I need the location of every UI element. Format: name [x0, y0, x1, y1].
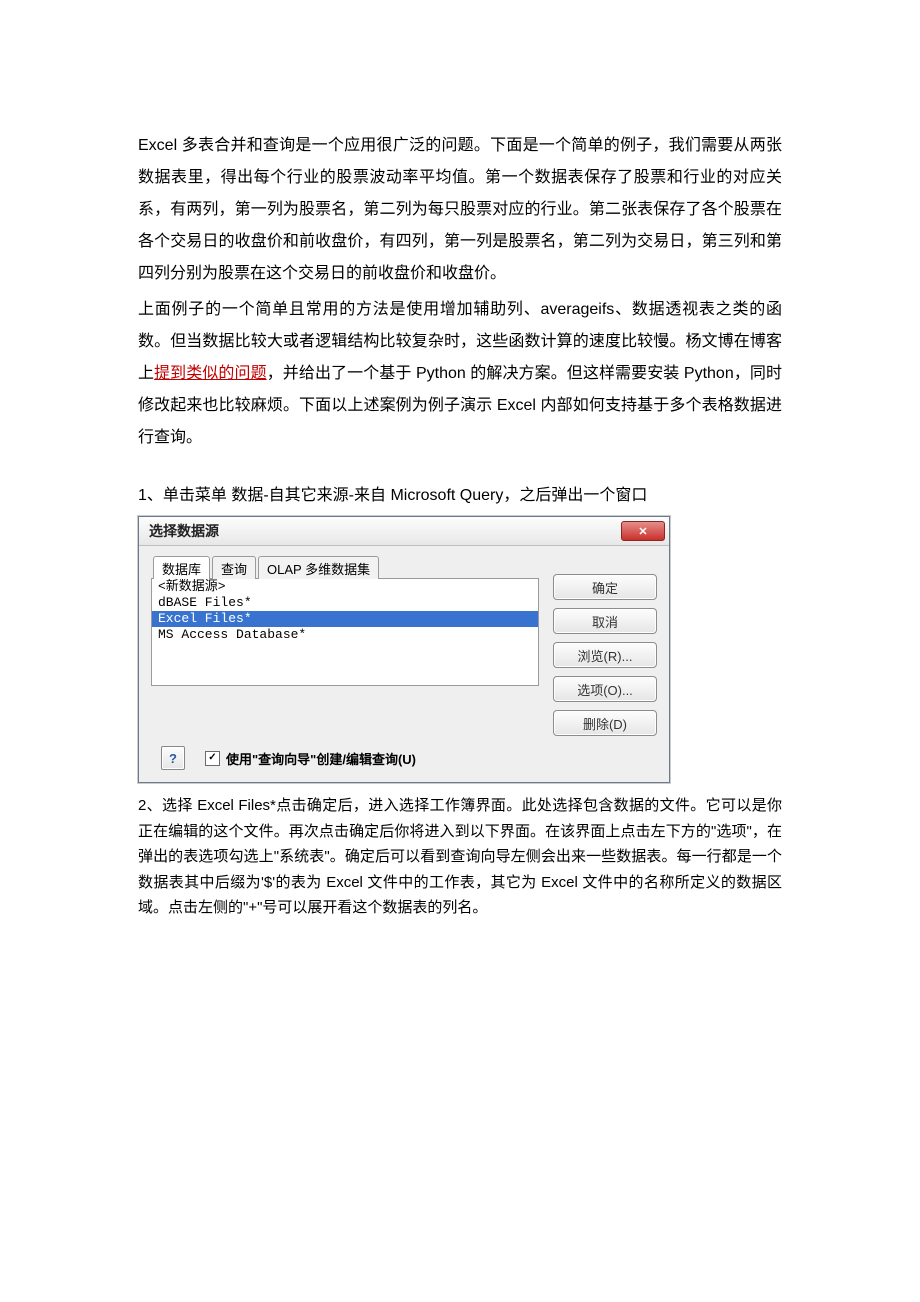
checkbox-check-glyph: ✓	[208, 753, 216, 763]
dialog-title: 选择数据源	[149, 521, 219, 541]
tab-olap[interactable]: OLAP 多维数据集	[258, 556, 379, 579]
list-item[interactable]: dBASE Files*	[152, 595, 538, 611]
tab-database[interactable]: 数据库	[153, 556, 210, 579]
datasource-listbox[interactable]: <新数据源> dBASE Files* Excel Files* MS Acce…	[151, 578, 539, 686]
dialog-left-panel: 数据库 查询 OLAP 多维数据集 <新数据源> dBASE Files* Ex…	[151, 556, 539, 736]
browse-button[interactable]: 浏览(R)...	[553, 642, 657, 668]
dialog-footer: ? ✓ 使用"查询向导"创建/编辑查询(U)	[139, 736, 669, 782]
ok-button[interactable]: 确定	[553, 574, 657, 600]
list-item-selected[interactable]: Excel Files*	[152, 611, 538, 627]
step-2-text: 2、选择 Excel Files*点击确定后，进入选择工作簿界面。此处选择包含数…	[138, 793, 782, 921]
help-glyph: ?	[169, 751, 177, 766]
intro-paragraph-1: Excel 多表合并和查询是一个应用很广泛的问题。下面是一个简单的例子，我们需要…	[138, 130, 782, 290]
close-button[interactable]: ✕	[621, 521, 665, 541]
checkbox-icon: ✓	[205, 751, 220, 766]
choose-datasource-dialog: 选择数据源 ✕ 数据库 查询 OLAP 多维数据集 <新数据源> dBASE F…	[138, 516, 670, 783]
help-icon[interactable]: ?	[161, 746, 185, 770]
dialog-button-column: 确定 取消 浏览(R)... 选项(O)... 删除(D)	[553, 556, 657, 736]
use-wizard-label: 使用"查询向导"创建/编辑查询(U)	[226, 749, 416, 768]
options-button[interactable]: 选项(O)...	[553, 676, 657, 702]
cancel-button[interactable]: 取消	[553, 608, 657, 634]
dialog-screenshot: 选择数据源 ✕ 数据库 查询 OLAP 多维数据集 <新数据源> dBASE F…	[138, 516, 670, 783]
document-page: Excel 多表合并和查询是一个应用很广泛的问题。下面是一个简单的例子，我们需要…	[0, 0, 920, 981]
delete-button[interactable]: 删除(D)	[553, 710, 657, 736]
blog-link[interactable]: 提到类似的问题	[154, 365, 267, 382]
tab-query[interactable]: 查询	[212, 556, 256, 579]
dialog-titlebar: 选择数据源 ✕	[139, 517, 669, 546]
dialog-tabs: 数据库 查询 OLAP 多维数据集	[151, 556, 539, 578]
list-item[interactable]: <新数据源>	[152, 579, 538, 595]
list-item[interactable]: MS Access Database*	[152, 627, 538, 643]
dialog-body: 数据库 查询 OLAP 多维数据集 <新数据源> dBASE Files* Ex…	[139, 546, 669, 736]
intro-paragraph-2: 上面例子的一个简单且常用的方法是使用增加辅助列、averageifs、数据透视表…	[138, 294, 782, 454]
use-wizard-checkbox-row[interactable]: ✓ 使用"查询向导"创建/编辑查询(U)	[205, 749, 416, 768]
step-1-text: 1、单击菜单 数据-自其它来源-来自 Microsoft Query，之后弹出一…	[138, 480, 782, 512]
close-icon: ✕	[638, 525, 647, 538]
